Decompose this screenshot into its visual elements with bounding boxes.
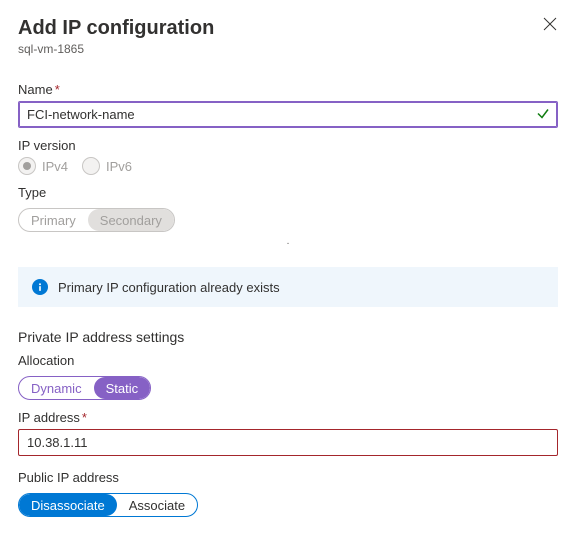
allocation-toggle[interactable]: Dynamic Static xyxy=(18,376,151,400)
allocation-dynamic-button[interactable]: Dynamic xyxy=(19,377,94,399)
ipaddress-label: IP address* xyxy=(18,410,558,425)
radio-icon xyxy=(82,157,100,175)
ipversion-label: IP version xyxy=(18,138,558,153)
info-icon xyxy=(32,279,48,295)
publicip-disassociate-button[interactable]: Disassociate xyxy=(19,494,117,516)
info-message: Primary IP configuration already exists xyxy=(58,280,280,295)
publicip-label: Public IP address xyxy=(18,470,558,485)
type-toggle: Primary Secondary xyxy=(18,208,175,232)
close-icon xyxy=(543,17,557,31)
ipversion-ipv4-radio: IPv4 xyxy=(18,157,68,175)
type-primary-button: Primary xyxy=(19,209,88,231)
publicip-toggle[interactable]: Disassociate Associate xyxy=(18,493,198,517)
type-secondary-button: Secondary xyxy=(88,209,174,231)
page-subtitle: sql-vm-1865 xyxy=(18,42,558,56)
type-label: Type xyxy=(18,185,558,200)
info-banner: Primary IP configuration already exists xyxy=(18,267,558,307)
publicip-associate-button[interactable]: Associate xyxy=(117,494,197,516)
close-button[interactable] xyxy=(540,14,560,34)
divider-dot: . xyxy=(18,236,558,247)
ipversion-ipv6-radio: IPv6 xyxy=(82,157,132,175)
page-title: Add IP configuration xyxy=(18,16,558,40)
radio-icon xyxy=(18,157,36,175)
name-input[interactable] xyxy=(18,101,558,128)
ipaddress-input[interactable] xyxy=(18,429,558,456)
name-label: Name* xyxy=(18,82,558,97)
allocation-static-button[interactable]: Static xyxy=(94,377,151,399)
private-section-title: Private IP address settings xyxy=(18,329,558,345)
allocation-label: Allocation xyxy=(18,353,558,368)
